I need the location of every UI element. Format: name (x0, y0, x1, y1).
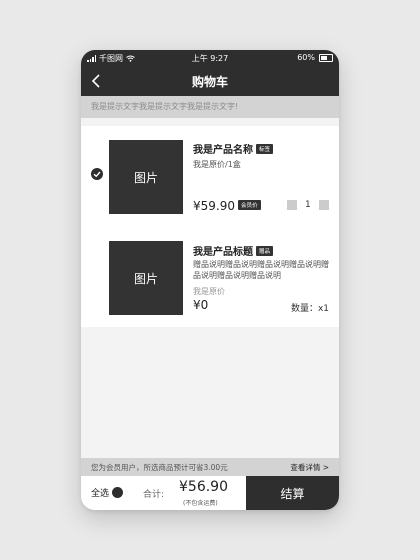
gift-description: 赠品说明赠品说明赠品说明赠品说明赠品说明赠品说明赠品说明 (193, 260, 329, 280)
quantity-increase-button[interactable] (319, 200, 329, 210)
select-all-label: 全选 (91, 489, 110, 499)
gift-badge: 赠品 (256, 246, 274, 256)
view-details-link[interactable]: 查看详情 > (290, 462, 329, 473)
product-price: ¥59.90 会员价 (193, 199, 261, 213)
quantity-value[interactable]: 1 (305, 200, 311, 210)
checkout-bar: 全选 合计: ¥56.90 (不包含运费) 结算 (81, 476, 339, 510)
total-amount: ¥56.90 (179, 479, 228, 495)
nav-bar: 购物车 (81, 66, 339, 96)
product-image[interactable]: 图片 (109, 241, 183, 315)
checkmark-icon (93, 171, 101, 178)
battery-icon (319, 53, 333, 62)
original-price: 我是原价/1盒 (193, 160, 241, 169)
cart-item: 图片 我是产品标题 赠品 赠品说明赠品说明赠品说明赠品说明赠品说明赠品说明赠品说明… (81, 229, 339, 327)
product-price: ¥0 (193, 298, 209, 312)
item-checkbox[interactable] (91, 168, 103, 180)
total-label: 合计: (143, 490, 165, 500)
product-name-text: 我是产品名称 (193, 145, 253, 156)
status-bar: 千图网 上午 9:27 60% (81, 50, 339, 66)
select-all-radio[interactable] (112, 487, 124, 498)
select-all-toggle[interactable]: 全选 (91, 486, 124, 499)
tip-banner: 我是提示文字我是提示文字我是提示文字! (81, 96, 339, 118)
product-name-text: 我是产品标题 (193, 247, 253, 258)
shipping-note: (不包含运费) (183, 500, 218, 507)
product-image[interactable]: 图片 (109, 140, 183, 214)
member-price-badge: 会员价 (238, 200, 261, 210)
cart-item: 图片 我是产品名称 标签 我是原价/1盒 ¥59.90 会员价 1 (81, 126, 339, 229)
product-name[interactable]: 我是产品名称 标签 (193, 141, 274, 156)
phone-frame: 千图网 上午 9:27 60% 购物车 我是提示文字我是提示文字我是提示文字! (81, 50, 339, 510)
price-value: ¥59.90 (193, 199, 235, 213)
status-right: 60% (297, 53, 333, 62)
quantity-decrease-button[interactable] (287, 200, 297, 210)
page-title: 购物车 (191, 75, 228, 89)
battery-percent: 60% (297, 53, 315, 62)
original-price: 我是原价 (193, 287, 225, 296)
member-savings-text: 您为会员用户，所选商品预计可省3.00元 (91, 463, 228, 472)
checkout-button[interactable]: 结算 (246, 476, 339, 510)
member-savings-bar: 您为会员用户，所选商品预计可省3.00元 查看详情 > (81, 458, 339, 476)
tag-badge: 标签 (256, 144, 274, 154)
gift-quantity: 数量：x1 (290, 304, 329, 314)
product-name[interactable]: 我是产品标题 赠品 (193, 243, 274, 258)
